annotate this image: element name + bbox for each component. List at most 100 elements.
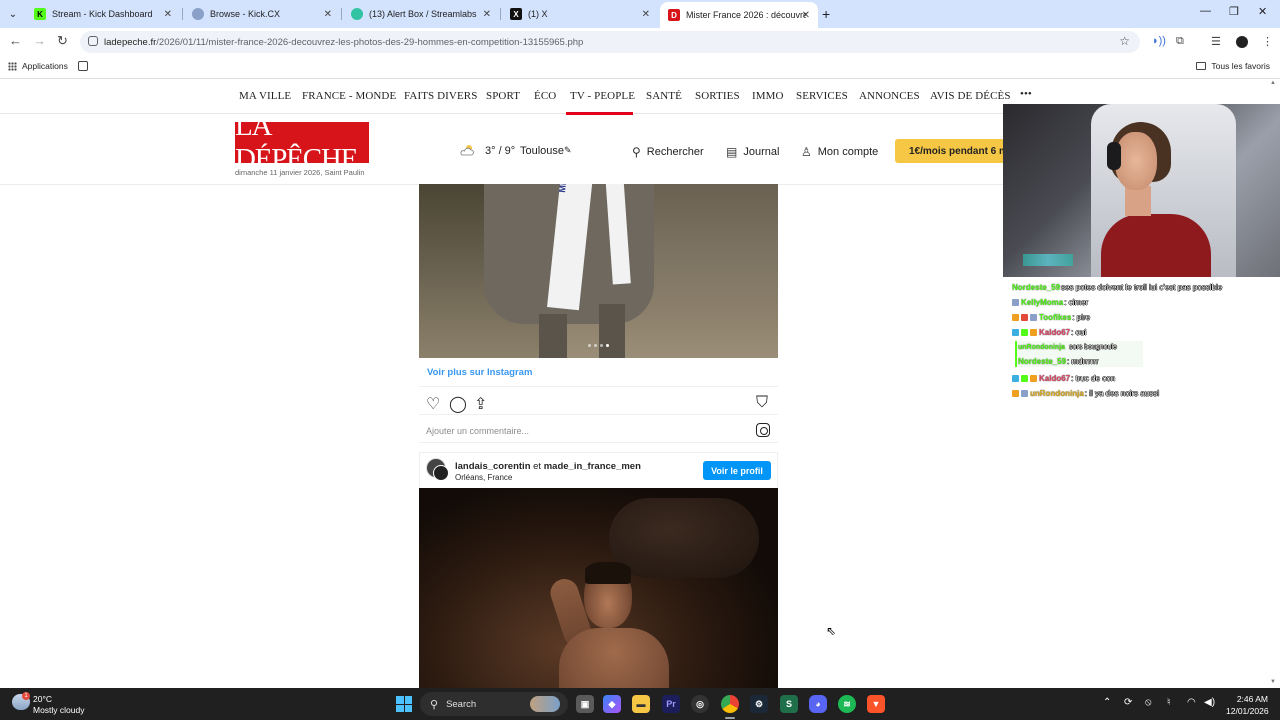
profile-avatar[interactable] (1236, 36, 1248, 48)
carousel-dot[interactable] (600, 344, 603, 347)
close-icon[interactable]: ✕ (324, 9, 332, 20)
carousel-dot[interactable] (588, 344, 591, 347)
taskbar-weather-condition[interactable]: Mostly cloudy (33, 705, 85, 715)
weather-city[interactable]: Toulouse (520, 145, 564, 157)
new-tab-icon[interactable]: + (822, 6, 830, 22)
scroll-down-arrow-icon[interactable]: ▼ (1270, 679, 1276, 685)
minimize-icon[interactable]: — (1200, 5, 1211, 17)
bookmark-applications[interactable]: Applications (8, 61, 68, 71)
carousel-dot-active[interactable] (606, 344, 609, 347)
tab-x[interactable]: X (1) X ✕ (502, 3, 658, 25)
task-view-icon[interactable]: ▣ (576, 695, 594, 713)
tab-search-icon[interactable]: ☰ (1211, 35, 1221, 48)
back-arrow-icon[interactable]: ← (9, 33, 22, 48)
nav-item-sport[interactable]: SPORT (486, 90, 520, 102)
bookmark-star-icon[interactable]: ☆ (1119, 34, 1130, 48)
window-close-icon[interactable]: ✕ (1258, 5, 1267, 18)
brave-icon[interactable]: ▼ (867, 695, 885, 713)
share-icon[interactable]: ⇪ (474, 394, 487, 414)
nav-more-icon[interactable]: ••• (1020, 88, 1032, 100)
carousel-dot[interactable] (594, 344, 597, 347)
journal-link[interactable]: ▤ Journal (726, 145, 779, 159)
tab-groups-icon[interactable] (78, 61, 88, 71)
microphone-icon[interactable]: ♮ (1167, 697, 1171, 708)
instagram-photo-1[interactable]: MISTER (419, 184, 778, 358)
taskbar-search[interactable]: ⚲ Search (420, 692, 568, 716)
close-icon[interactable]: ✕ (802, 10, 810, 21)
app-s-icon[interactable]: S (780, 695, 798, 713)
tab-search-chevron-icon[interactable]: ⌄ (4, 5, 22, 23)
streamlabs-icon (351, 8, 363, 20)
forward-arrow-icon[interactable]: → (33, 33, 46, 48)
nav-item-avis-de-deces[interactable]: AVIS DE DÉCÈS (930, 90, 1011, 102)
search-link[interactable]: ⚲ Rechercher (632, 145, 704, 159)
copilot-icon[interactable]: ◆ (603, 695, 621, 713)
nav-item-services[interactable]: SERVICES (796, 90, 848, 102)
chat-text: : truc de con (1071, 374, 1116, 383)
ladepeche-icon: D (668, 9, 680, 21)
chat-message: Kaldo67 : oui (1012, 328, 1086, 337)
menu-kebab-icon[interactable]: ⋮ (1262, 35, 1273, 48)
nav-item-tv-people[interactable]: TV - PEOPLE (570, 90, 635, 102)
subscription-offer-button[interactable]: 1€/mois pendant 6 mois (895, 139, 1005, 163)
scroll-up-arrow-icon[interactable]: ▲ (1270, 80, 1276, 86)
edit-pencil-icon[interactable]: ✎ (564, 145, 572, 156)
tab-kick-dashboard[interactable]: K Stream - Kick Dashboard ✕ (26, 3, 180, 25)
instagram-photo-2[interactable] (419, 488, 778, 688)
steam-icon[interactable]: ⚙ (750, 695, 768, 713)
extensions-puzzle-icon[interactable]: ⧉ (1176, 35, 1184, 48)
comment-input[interactable]: Ajouter un commentaire... (426, 426, 529, 436)
obs-icon[interactable]: ◎ (691, 695, 709, 713)
account-link[interactable]: ♙ Mon compte (801, 145, 878, 159)
taskbar-temperature[interactable]: 20°C (33, 694, 52, 704)
apps-grid-icon (8, 61, 17, 71)
address-bar[interactable]: ladepeche.fr/2026/01/11/mister-france-20… (80, 31, 1140, 53)
restore-icon[interactable]: ❐ (1229, 5, 1239, 18)
clock-time[interactable]: 2:46 AM (1236, 694, 1268, 704)
view-profile-button[interactable]: Voir le profil (703, 461, 771, 480)
volume-icon[interactable]: ◀) (1204, 697, 1215, 708)
file-explorer-icon[interactable]: ▬ (632, 695, 650, 713)
nav-item-sorties[interactable]: SORTIES (695, 90, 740, 102)
nav-item-sante[interactable]: SANTÉ (646, 90, 682, 102)
post-location[interactable]: Orléans, France (455, 473, 512, 482)
nav-item-eco[interactable]: ÉCO (534, 90, 556, 102)
close-icon[interactable]: ✕ (483, 9, 491, 20)
tab-mister-france[interactable]: D Mister France 2026 : découvrez ✕ (660, 2, 818, 28)
site-info-icon[interactable] (88, 36, 98, 46)
premiere-pro-icon[interactable]: Pr (662, 695, 680, 713)
tray-notifications-off-icon[interactable]: ⦸ (1145, 697, 1152, 708)
nav-item-france-monde[interactable]: FRANCE - MONDE (302, 90, 396, 102)
instagram-icon[interactable] (756, 423, 770, 437)
extension-audio-icon[interactable]: ◗)) (1152, 35, 1166, 47)
see-more-instagram-link[interactable]: Voir plus sur Instagram (427, 367, 532, 378)
clock-date[interactable]: 12/01/2026 (1226, 706, 1269, 716)
wifi-icon[interactable]: ◠ (1187, 697, 1196, 708)
windows-start-icon[interactable] (396, 696, 412, 712)
account-label: Mon compte (817, 146, 879, 158)
comment-bubble-icon[interactable]: ◯ (449, 394, 467, 414)
discord-icon[interactable]: ◕ (809, 695, 827, 713)
username-link[interactable]: made_in_france_men (544, 461, 641, 472)
like-heart-icon[interactable]: ♡ (426, 394, 440, 414)
tab-streamlabs[interactable]: (13) Alert Box / Streamlabs ✕ (343, 3, 499, 25)
tab-separator (182, 8, 183, 20)
nav-item-immo[interactable]: IMMO (752, 90, 784, 102)
close-icon[interactable]: ✕ (642, 9, 650, 20)
reload-icon[interactable]: ↻ (57, 33, 68, 49)
tab-browse-kick[interactable]: Browse - Kick.CX ✕ (184, 3, 340, 25)
tray-app-icon[interactable]: ⟳ (1124, 697, 1132, 708)
chrome-icon[interactable] (721, 695, 739, 713)
tray-chevron-up-icon[interactable]: ⌃ (1103, 697, 1111, 708)
nav-item-faits-divers[interactable]: FAITS DIVERS (404, 90, 477, 102)
username-link[interactable]: landais_corentin (455, 461, 531, 472)
search-label: Rechercher (646, 146, 704, 158)
avatar[interactable] (433, 465, 449, 481)
bookmark-all-favorites[interactable]: Tous les favoris (1196, 61, 1270, 71)
nav-item-annonces[interactable]: ANNONCES (859, 90, 920, 102)
site-logo[interactable]: LA DÉPÊCHE (235, 110, 369, 175)
nav-item-ma-ville[interactable]: MA VILLE (239, 90, 291, 102)
spotify-icon[interactable]: ≋ (838, 695, 856, 713)
save-bookmark-icon[interactable]: ⛉ (756, 394, 768, 412)
close-icon[interactable]: ✕ (164, 9, 172, 20)
